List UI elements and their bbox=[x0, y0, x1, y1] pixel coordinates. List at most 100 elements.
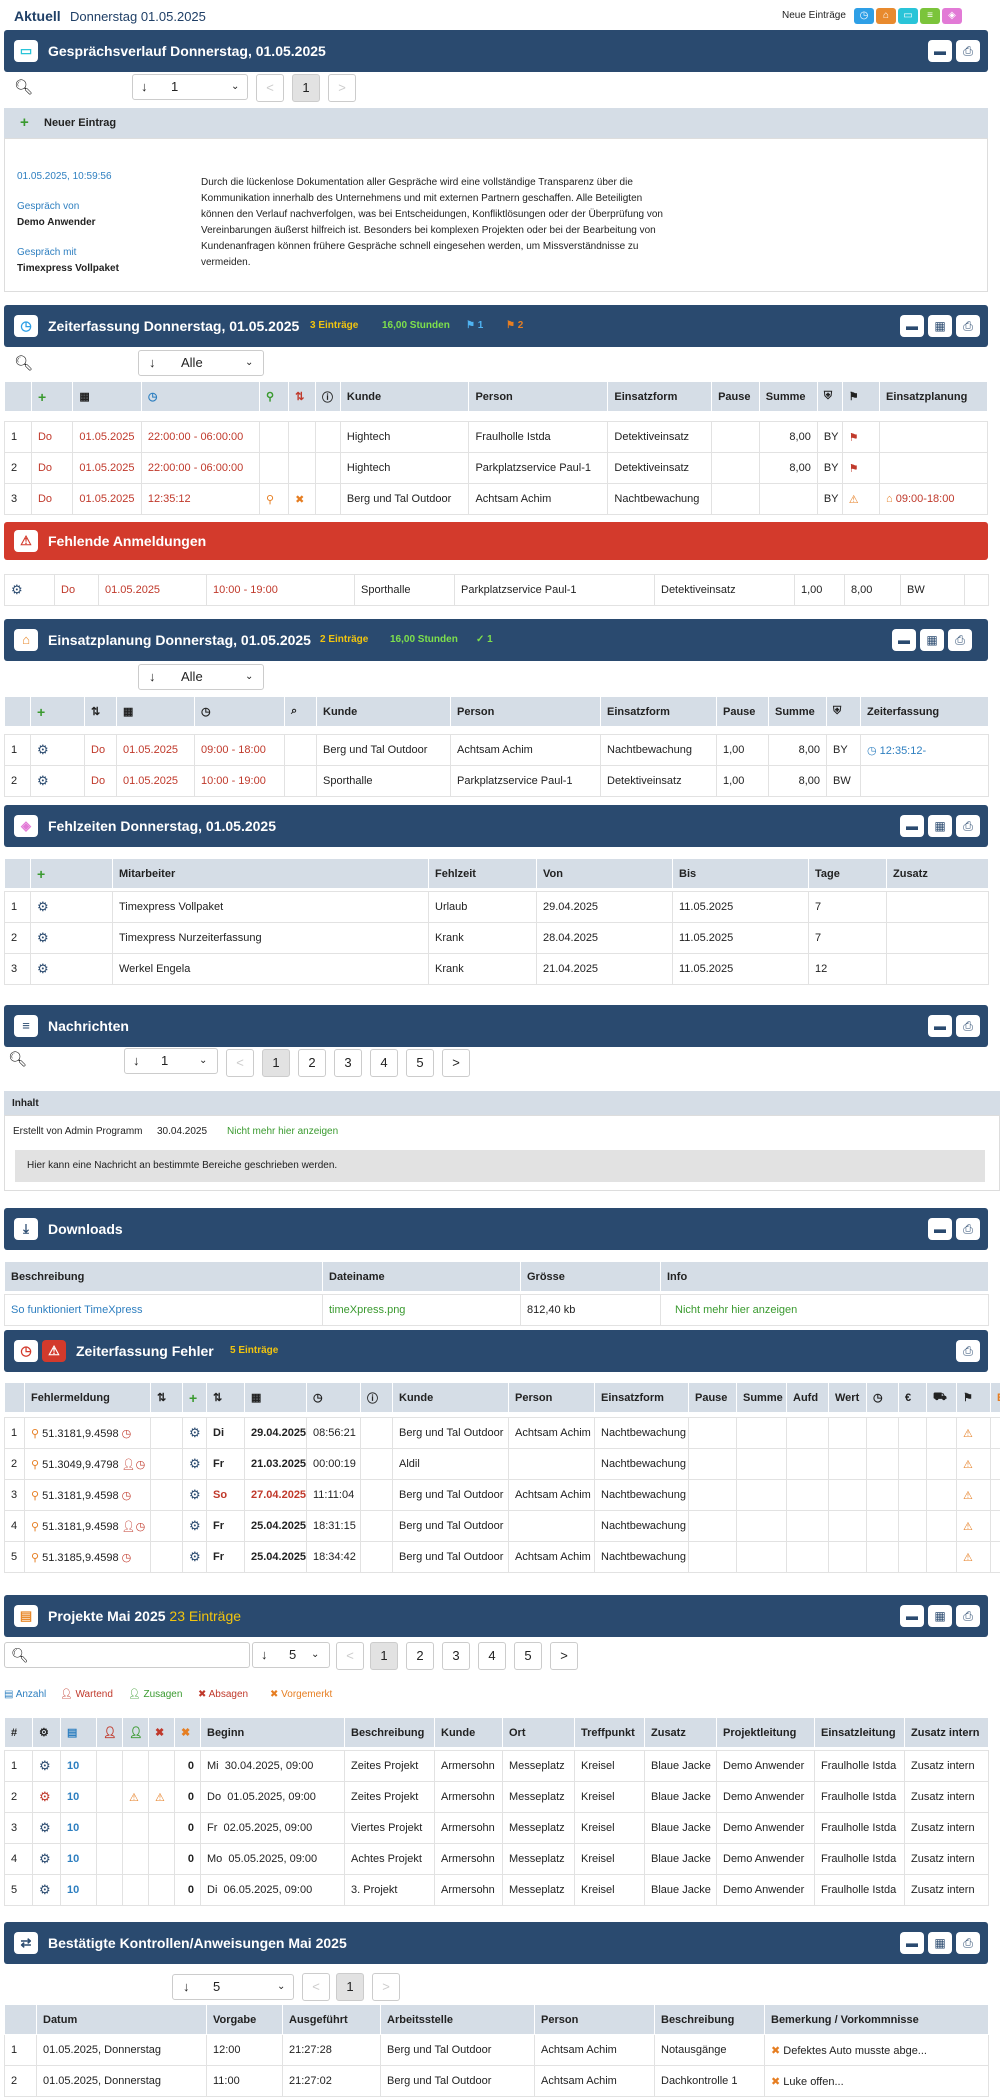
info-icon[interactable]: ⓘ bbox=[316, 382, 341, 412]
page-button[interactable]: 3 bbox=[442, 1642, 470, 1670]
col-zusatz[interactable]: Zusatz bbox=[887, 859, 989, 889]
table-row[interactable]: 2⚲ 51.3049,9.4798 👤︎◷⚙Fr21.03.202500:00:… bbox=[5, 1449, 1000, 1480]
col-person[interactable]: Person bbox=[509, 1383, 595, 1413]
new-entry-bar[interactable]: + Neuer Eintrag bbox=[4, 108, 988, 138]
col-groesse[interactable]: Grösse bbox=[521, 1262, 661, 1292]
location-icon[interactable]: ⚲ bbox=[260, 382, 289, 412]
col-datum[interactable]: Datum bbox=[37, 2005, 207, 2035]
page-button[interactable]: 2 bbox=[298, 1049, 326, 1077]
search-icon[interactable]: 🔍︎ bbox=[14, 354, 33, 372]
table-icon[interactable]: ▦ bbox=[920, 629, 944, 651]
page-button[interactable]: 1 bbox=[292, 74, 320, 102]
print-icon[interactable]: ⎙ bbox=[956, 1605, 980, 1627]
col-einsatzform[interactable]: Einsatzform bbox=[595, 1383, 689, 1413]
tag-icon[interactable]: ◈ bbox=[942, 8, 962, 24]
gear-icon[interactable]: ⚙ bbox=[183, 1511, 207, 1542]
gear-icon[interactable]: ⚙ bbox=[183, 1480, 207, 1511]
folder-icon[interactable]: ▬ bbox=[900, 1605, 924, 1627]
table-row[interactable]: 1Do01.05.202522:00:00 - 06:00:00Hightech… bbox=[5, 422, 988, 453]
car-icon[interactable]: ⛟ bbox=[927, 1383, 957, 1413]
col-bis[interactable]: Bis bbox=[673, 859, 809, 889]
col-einsatzform[interactable]: Einsatzform bbox=[608, 382, 712, 412]
prev-page-button[interactable]: < bbox=[256, 74, 284, 102]
col-wert[interactable]: Wert bbox=[829, 1383, 867, 1413]
gear-icon[interactable]: ⚙ bbox=[31, 923, 113, 954]
col-summe[interactable]: Summe bbox=[769, 697, 827, 727]
print-icon[interactable]: ⎙ bbox=[948, 629, 972, 651]
gear-icon[interactable]: ⚙ bbox=[183, 1418, 207, 1449]
col-kunde[interactable]: Kunde bbox=[393, 1383, 509, 1413]
page-button[interactable]: 1 bbox=[262, 1049, 290, 1077]
calendar-icon[interactable]: ▦ bbox=[117, 697, 195, 727]
table-row[interactable]: 5⚲ 51.3185,9.4598 ◷⚙Fr25.04.202518:34:42… bbox=[5, 1542, 1000, 1573]
sort-icon[interactable]: ⇅ bbox=[207, 1383, 245, 1413]
table-icon[interactable]: ▦ bbox=[928, 1932, 952, 1954]
col-person[interactable]: Person bbox=[469, 382, 608, 412]
prev-page-button[interactable]: < bbox=[226, 1049, 254, 1077]
calendar-icon[interactable]: ▦ bbox=[245, 1383, 307, 1413]
next-page-button[interactable]: > bbox=[550, 1642, 578, 1670]
col-beginn[interactable]: Beginn bbox=[201, 1718, 345, 1748]
folder-icon[interactable]: ▬ bbox=[928, 1015, 952, 1037]
page-button[interactable]: 4 bbox=[478, 1642, 506, 1670]
search-icon[interactable]: ⌕ bbox=[285, 697, 317, 727]
page-button[interactable]: 1 bbox=[370, 1642, 398, 1670]
table-row[interactable]: 1⚙Timexpress VollpaketUrlaub29.04.202511… bbox=[5, 892, 989, 923]
table-icon[interactable]: ▦ bbox=[928, 315, 952, 337]
col-kunde[interactable]: Kunde bbox=[435, 1718, 503, 1748]
org-icon[interactable]: ⌂ bbox=[876, 8, 896, 24]
col-ausgefuehrt[interactable]: Ausgeführt bbox=[283, 2005, 381, 2035]
table-row[interactable]: 101.05.2025, Donnerstag12:0021:27:28Berg… bbox=[5, 2035, 989, 2066]
col-kunde[interactable]: Kunde bbox=[340, 382, 469, 412]
col-number[interactable]: # bbox=[5, 1718, 33, 1748]
col-kunde[interactable]: Kunde bbox=[317, 697, 451, 727]
col-einsatzform[interactable]: Einsatzform bbox=[601, 697, 717, 727]
col-summe[interactable]: Summe bbox=[737, 1383, 787, 1413]
table-icon[interactable]: ▦ bbox=[928, 815, 952, 837]
next-page-button[interactable]: > bbox=[442, 1049, 470, 1077]
page-size-select[interactable]: ↓ 1 ⌄ bbox=[132, 74, 248, 100]
euro-icon[interactable]: € bbox=[899, 1383, 927, 1413]
page-button[interactable]: 2 bbox=[406, 1642, 434, 1670]
col-bemerkung[interactable]: Bemerkung / Vorkommnisse bbox=[765, 2005, 989, 2035]
download-link[interactable]: So funktioniert TimeXpress bbox=[5, 1295, 323, 1326]
col-zusatz-intern[interactable]: Zusatz intern bbox=[905, 1718, 989, 1748]
print-icon[interactable]: ⎙ bbox=[956, 1218, 980, 1240]
folder-icon[interactable]: ▬ bbox=[900, 815, 924, 837]
gear-icon[interactable]: ⚙ bbox=[31, 766, 85, 797]
table-row[interactable]: 3Do01.05.202512:35:12⚲✖Berg und Tal Outd… bbox=[5, 484, 988, 515]
page-button[interactable]: 3 bbox=[334, 1049, 362, 1077]
folder-icon[interactable]: ▬ bbox=[892, 629, 916, 651]
prev-page-button[interactable]: < bbox=[302, 1973, 330, 2001]
clock-icon[interactable]: ◷ bbox=[854, 8, 874, 24]
gear-icon[interactable]: ⚙ bbox=[33, 1718, 61, 1748]
gear-icon[interactable]: ⚙ bbox=[183, 1542, 207, 1573]
col-fehlzeit[interactable]: Fehlzeit bbox=[429, 859, 537, 889]
page-button[interactable]: 5 bbox=[406, 1049, 434, 1077]
gear-icon[interactable]: ⚙ bbox=[33, 1813, 61, 1844]
col-zusatz[interactable]: Zusatz bbox=[645, 1718, 717, 1748]
col-zeiterfassung[interactable]: Zeiterfassung bbox=[861, 697, 989, 727]
print-icon[interactable]: ⎙ bbox=[956, 40, 980, 62]
table-row[interactable]: 2Do01.05.202522:00:00 - 06:00:00Hightech… bbox=[5, 453, 988, 484]
col-pause[interactable]: Pause bbox=[717, 697, 769, 727]
prev-page-button[interactable]: < bbox=[336, 1642, 364, 1670]
folder-icon[interactable]: ▬ bbox=[900, 315, 924, 337]
page-size-select[interactable]: ↓ 5 ⌄ bbox=[172, 1974, 294, 2000]
table-row[interactable]: 3⚙100Fr 02.05.2025, 09:00Viertes Projekt… bbox=[5, 1813, 989, 1844]
col-von[interactable]: Von bbox=[537, 859, 673, 889]
filter-select[interactable]: ↓ Alle ⌄ bbox=[138, 350, 264, 376]
filter-select[interactable]: ↓ Alle ⌄ bbox=[138, 664, 264, 690]
page-button[interactable]: 4 bbox=[370, 1049, 398, 1077]
col-ort[interactable]: Ort bbox=[503, 1718, 575, 1748]
plus-icon[interactable]: + bbox=[31, 859, 113, 889]
col-info[interactable]: Info bbox=[661, 1262, 989, 1292]
search-input[interactable]: 🔍︎ bbox=[4, 1642, 250, 1668]
col-ein[interactable]: Ein bbox=[991, 1383, 1000, 1413]
table-row[interactable]: So funktioniert TimeXpresstimeXpress.png… bbox=[5, 1295, 989, 1326]
person-x-icon[interactable]: ✖ bbox=[175, 1718, 201, 1748]
sort-icon[interactable]: ⇅ bbox=[289, 382, 316, 412]
table-row[interactable]: 3⚲ 51.3181,9.4598 ◷⚙So27.04.202511:11:04… bbox=[5, 1480, 1000, 1511]
col-projektleitung[interactable]: Projektleitung bbox=[717, 1718, 815, 1748]
col-fehlermeldung[interactable]: Fehlermeldung bbox=[25, 1383, 151, 1413]
